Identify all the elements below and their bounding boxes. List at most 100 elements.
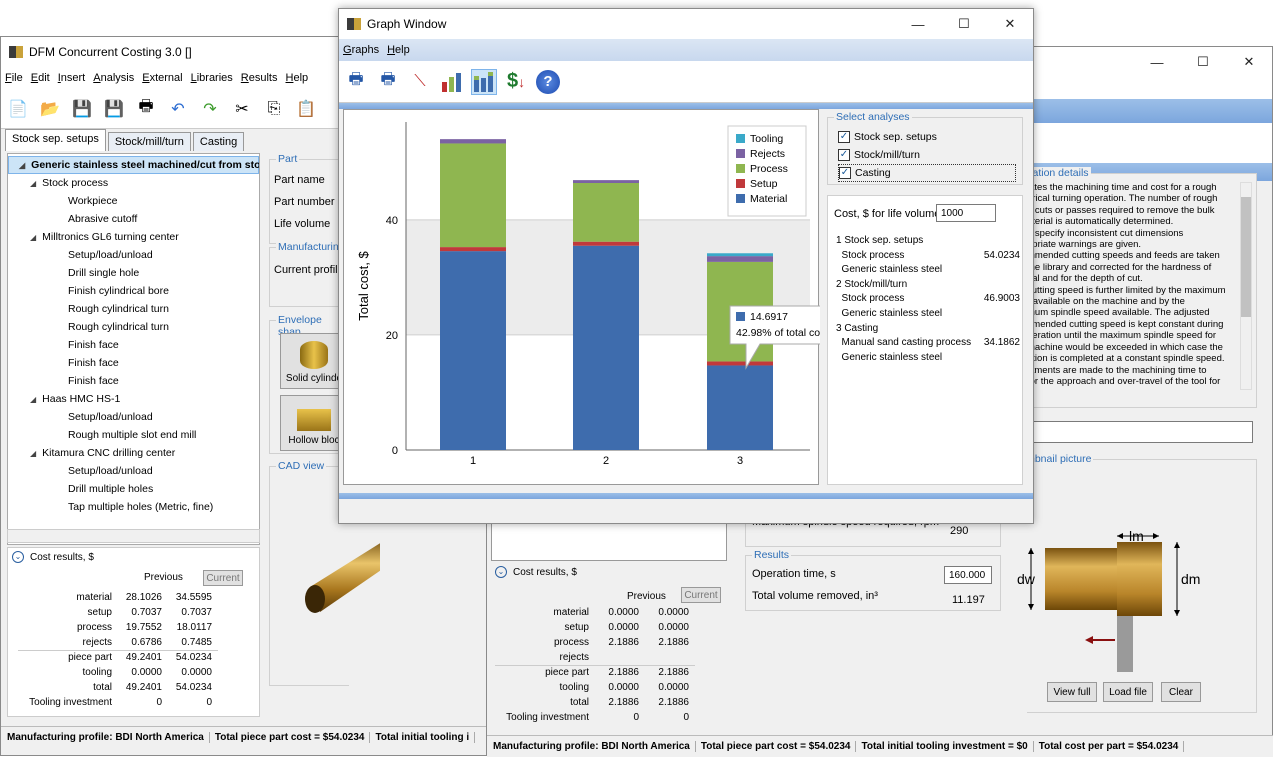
menu-external[interactable]: External: [142, 72, 182, 84]
tree-item[interactable]: ◢ Generic stainless steel machined/cut fr…: [8, 156, 259, 174]
tooltip-percent: 42.98% of total cost: [736, 327, 820, 339]
tree-item[interactable]: Rough multiple slot end mill: [8, 426, 259, 444]
collapse-icon[interactable]: ⌄: [12, 551, 24, 563]
checkbox-icon[interactable]: ✓: [838, 131, 850, 143]
undo-icon[interactable]: ↶: [165, 96, 191, 122]
life-volume-field[interactable]: 1000: [936, 204, 996, 222]
operation-name-field[interactable]: [1027, 421, 1253, 443]
new-icon[interactable]: 📄: [5, 96, 31, 122]
tree-item[interactable]: Finish face: [8, 336, 259, 354]
graph-minimize-icon[interactable]: —: [895, 9, 941, 39]
tree-item[interactable]: Drill multiple holes: [8, 480, 259, 498]
graph-close-icon[interactable]: ✕: [987, 9, 1033, 39]
tree-item[interactable]: ◢ Kitamura CNC drilling center: [8, 444, 259, 462]
save-as-icon[interactable]: 💾: [101, 96, 127, 122]
tree-item[interactable]: Rough cylindrical turn: [8, 318, 259, 336]
tree-item[interactable]: Setup/load/unload: [8, 246, 259, 264]
cost-sort-icon[interactable]: $ ↓: [503, 69, 529, 95]
tree-hscroll[interactable]: [7, 529, 260, 543]
open-icon[interactable]: 📂: [37, 96, 63, 122]
checkbox-icon[interactable]: ✓: [839, 167, 851, 179]
analysis-checkbox[interactable]: ✓ Stock sep. setups: [838, 128, 1016, 146]
current-button[interactable]: Current: [203, 570, 243, 586]
load-file-button[interactable]: Load file: [1103, 682, 1153, 702]
bar-segment-setup[interactable]: [707, 361, 773, 366]
tab-stock-mill-turn[interactable]: Stock/mill/turn: [107, 132, 191, 151]
cost-row: rejects 0.6786 0.7485: [82, 636, 212, 648]
menu-file[interactable]: File: [5, 72, 23, 84]
menu-graphs[interactable]: Graphs: [343, 44, 379, 56]
bar-segment-rejects[interactable]: [440, 139, 506, 144]
tree-item[interactable]: Finish face: [8, 354, 259, 372]
analysis-checkbox[interactable]: ✓ Casting: [838, 164, 1016, 182]
bar-segment-setup[interactable]: [440, 247, 506, 252]
tree-item[interactable]: ◢ Stock process: [8, 174, 259, 192]
view-full-button[interactable]: View full: [1047, 682, 1097, 702]
stacked-bar-icon[interactable]: [471, 68, 497, 95]
cost-results-panel: ⌄ Cost results, $ Previous Current materi…: [7, 547, 260, 717]
expand-icon[interactable]: ◢: [30, 449, 36, 458]
bar-segment-rejects[interactable]: [573, 180, 639, 183]
close-icon[interactable]: ✕: [1226, 47, 1272, 77]
current-button-2[interactable]: Current: [681, 587, 721, 603]
y-tick-label: 40: [386, 215, 398, 227]
bar-segment-material[interactable]: [440, 251, 506, 450]
menu-help[interactable]: Help: [286, 72, 309, 84]
bar-chart-icon[interactable]: [439, 69, 465, 95]
cost-row: total 2.1886 2.1886: [570, 697, 689, 708]
summary-line: Generic stainless steel: [836, 264, 943, 276]
description-line: for the approach and over-travel of the …: [1027, 375, 1221, 387]
bar-segment-tooling[interactable]: [707, 253, 773, 257]
bar-segment-material[interactable]: [707, 365, 773, 450]
tab-casting[interactable]: Casting: [192, 132, 245, 151]
expand-icon[interactable]: ◢: [19, 161, 25, 170]
print-preview-icon[interactable]: 🖶: [375, 69, 401, 95]
help-icon[interactable]: ?: [535, 69, 561, 95]
menu-results[interactable]: Results: [241, 72, 278, 84]
tree-item[interactable]: Finish face: [8, 372, 259, 390]
process-tree[interactable]: ◢ Generic stainless steel machined/cut fr…: [7, 153, 260, 545]
menu-edit[interactable]: Edit: [31, 72, 50, 84]
tree-item[interactable]: Finish cylindrical bore: [8, 282, 259, 300]
tree-item[interactable]: Tap multiple holes (Metric, fine): [8, 498, 259, 516]
tree-item[interactable]: Abrasive cutoff: [8, 210, 259, 228]
cost-row: Tooling investment 0 0: [506, 712, 689, 723]
copy-icon[interactable]: ⎘: [261, 96, 287, 122]
expand-icon[interactable]: ◢: [30, 233, 36, 242]
menu-insert[interactable]: Insert: [58, 72, 86, 84]
bar-segment-rejects[interactable]: [707, 256, 773, 262]
tree-item[interactable]: ◢ Milltronics GL6 turning center: [8, 228, 259, 246]
expand-icon[interactable]: ◢: [30, 395, 36, 404]
minimize-icon[interactable]: —: [1134, 47, 1180, 77]
tree-item[interactable]: Setup/load/unload: [8, 408, 259, 426]
graph-maximize-icon[interactable]: ☐: [941, 9, 987, 39]
checkbox-icon[interactable]: ✓: [838, 149, 850, 161]
redo-icon[interactable]: ↷: [197, 96, 223, 122]
tree-item[interactable]: Drill single hole: [8, 264, 259, 282]
line-chart-icon[interactable]: ⟍: [407, 69, 433, 95]
save-icon[interactable]: 💾: [69, 96, 95, 122]
tree-item[interactable]: Setup/load/unload: [8, 462, 259, 480]
bar-segment-setup[interactable]: [573, 241, 639, 246]
menu-analysis[interactable]: Analysis: [93, 72, 134, 84]
collapse-icon-2[interactable]: ⌄: [495, 566, 507, 578]
cut-icon[interactable]: ✂: [229, 96, 255, 122]
tree-item[interactable]: ◢ Haas HMC HS-1: [8, 390, 259, 408]
tree-item[interactable]: Workpiece: [8, 192, 259, 210]
maximize-icon[interactable]: ☐: [1180, 47, 1226, 77]
print-icon[interactable]: 🖶: [133, 96, 159, 122]
analysis-checkbox[interactable]: ✓ Stock/mill/turn: [838, 146, 1016, 164]
bar-segment-process[interactable]: [440, 143, 506, 248]
menu-libraries[interactable]: Libraries: [191, 72, 233, 84]
bar-segment-material[interactable]: [573, 245, 639, 450]
tree-item[interactable]: Rough cylindrical turn: [8, 300, 259, 318]
clear-button[interactable]: Clear: [1161, 682, 1201, 702]
bar-segment-process[interactable]: [573, 182, 639, 242]
tab-stock-sep-setups[interactable]: Stock sep. setups: [5, 129, 106, 151]
paste-icon[interactable]: 📋: [293, 96, 319, 122]
description-scrollbar[interactable]: [1240, 182, 1252, 390]
operation-time-field[interactable]: 160.000: [944, 566, 992, 584]
print-icon[interactable]: 🖶: [343, 69, 369, 95]
menu-help[interactable]: Help: [387, 44, 410, 56]
expand-icon[interactable]: ◢: [30, 179, 36, 188]
